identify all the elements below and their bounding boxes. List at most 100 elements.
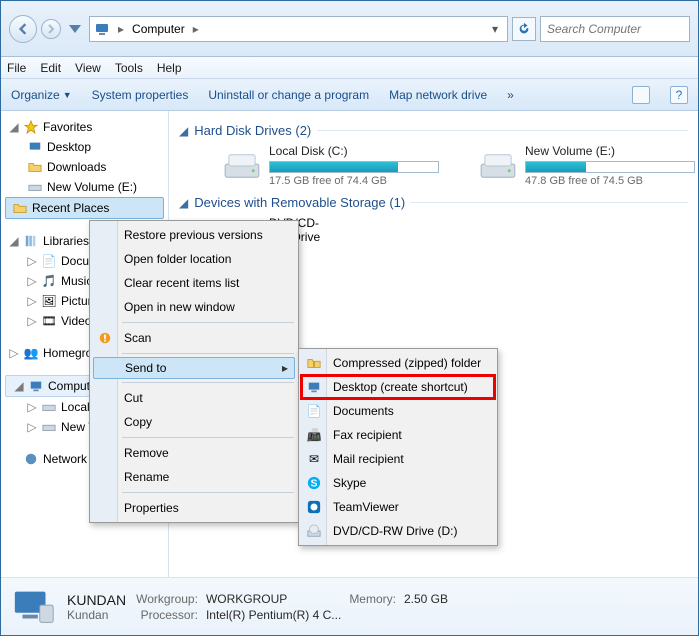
context-menu: Restore previous versions Open folder lo… bbox=[89, 220, 299, 523]
details-pane: KUNDAN Kundan Workgroup: WORKGROUP Memor… bbox=[1, 577, 698, 635]
desktop-icon bbox=[27, 139, 43, 155]
workgroup-value: WORKGROUP bbox=[206, 592, 341, 606]
music-icon: 🎵 bbox=[41, 273, 57, 289]
nav-forward-button[interactable] bbox=[41, 19, 61, 39]
documents-icon: 📄 bbox=[306, 403, 322, 419]
skype-icon: S bbox=[306, 475, 322, 491]
breadcrumb-arrow: ▸ bbox=[189, 22, 203, 36]
star-icon bbox=[23, 119, 39, 135]
workgroup-label: Workgroup: bbox=[136, 592, 198, 606]
documents-icon: 📄 bbox=[41, 253, 57, 269]
separator bbox=[317, 130, 688, 131]
breadcrumb-computer[interactable]: Computer bbox=[132, 22, 185, 36]
ctx-restore-previous-versions[interactable]: Restore previous versions bbox=[92, 223, 296, 247]
menu-bar: File Edit View Tools Help bbox=[1, 57, 698, 79]
address-dropdown[interactable]: ▾ bbox=[487, 21, 503, 37]
command-bar: Organize ▼ System properties Uninstall o… bbox=[1, 79, 698, 111]
folder-icon bbox=[27, 159, 43, 175]
separator bbox=[122, 382, 294, 383]
processor-label: Processor: bbox=[136, 608, 198, 622]
mail-icon: ✉ bbox=[306, 451, 322, 467]
drive-new-volume-e[interactable]: New Volume (E:) 47.8 GB free of 74.5 GB bbox=[479, 144, 695, 187]
removable-section-header[interactable]: ◢ Devices with Removable Storage (1) bbox=[179, 195, 688, 210]
menu-tools[interactable]: Tools bbox=[115, 61, 143, 75]
computer-icon bbox=[28, 378, 44, 394]
separator bbox=[122, 437, 294, 438]
fax-icon: 📠 bbox=[306, 427, 322, 443]
separator bbox=[122, 322, 294, 323]
submenu-arrow-icon: ▸ bbox=[282, 361, 288, 375]
tree-desktop[interactable]: Desktop bbox=[1, 137, 168, 157]
svg-text:S: S bbox=[310, 478, 317, 490]
hdd-section-header[interactable]: ◢ Hard Disk Drives (2) bbox=[179, 123, 688, 138]
computer-subline: Kundan bbox=[67, 608, 126, 622]
optical-drive-icon bbox=[306, 523, 322, 539]
view-mode-button[interactable] bbox=[632, 86, 650, 104]
drive-local-disk-c[interactable]: Local Disk (C:) 17.5 GB free of 74.4 GB bbox=[223, 144, 439, 187]
ctx-scan[interactable]: Scan bbox=[92, 326, 296, 350]
sendto-documents[interactable]: 📄Documents bbox=[301, 399, 495, 423]
tree-recent-places[interactable]: Recent Places bbox=[5, 197, 164, 219]
ctx-send-to[interactable]: Send to▸ bbox=[93, 357, 295, 379]
drive-icon bbox=[41, 419, 57, 435]
drive-icon bbox=[27, 179, 43, 195]
processor-value: Intel(R) Pentium(R) 4 C... bbox=[206, 608, 341, 622]
organize-button[interactable]: Organize ▼ bbox=[11, 88, 72, 102]
computer-icon bbox=[94, 21, 110, 37]
scan-icon bbox=[97, 330, 113, 346]
help-button[interactable]: ? bbox=[670, 86, 688, 104]
sendto-compressed[interactable]: Compressed (zipped) folder bbox=[301, 351, 495, 375]
map-drive-button[interactable]: Map network drive bbox=[389, 88, 487, 102]
tree-label: Favorites bbox=[43, 120, 92, 134]
sendto-desktop-shortcut[interactable]: Desktop (create shortcut) bbox=[301, 375, 495, 399]
ctx-rename[interactable]: Rename bbox=[92, 465, 296, 489]
menu-file[interactable]: File bbox=[7, 61, 26, 75]
sendto-mail[interactable]: ✉Mail recipient bbox=[301, 447, 495, 471]
ctx-remove[interactable]: Remove bbox=[92, 441, 296, 465]
menu-help[interactable]: Help bbox=[157, 61, 182, 75]
ctx-clear-recent-items[interactable]: Clear recent items list bbox=[92, 271, 296, 295]
drive-icon bbox=[41, 399, 57, 415]
computer-name: KUNDAN bbox=[67, 592, 126, 608]
tree-downloads[interactable]: Downloads bbox=[1, 157, 168, 177]
recent-icon bbox=[12, 200, 28, 216]
separator bbox=[122, 353, 294, 354]
memory-label: Memory: bbox=[349, 592, 396, 606]
drive-icon bbox=[479, 151, 517, 181]
address-bar[interactable]: ▸ Computer ▸ ▾ bbox=[89, 16, 508, 42]
breadcrumb-arrow: ▸ bbox=[114, 22, 128, 36]
separator bbox=[411, 202, 688, 203]
sendto-submenu: Compressed (zipped) folder Desktop (crea… bbox=[298, 348, 498, 546]
toolbar-overflow[interactable]: » bbox=[507, 88, 514, 102]
sendto-dvd-drive[interactable]: DVD/CD-RW Drive (D:) bbox=[301, 519, 495, 543]
computer-icon bbox=[11, 587, 57, 627]
ctx-properties[interactable]: Properties bbox=[92, 496, 296, 520]
drive-icon bbox=[223, 151, 261, 181]
tree-new-volume[interactable]: New Volume (E:) bbox=[1, 177, 168, 197]
refresh-button[interactable] bbox=[512, 17, 536, 41]
nav-history-dropdown[interactable] bbox=[65, 19, 85, 39]
ctx-open-folder-location[interactable]: Open folder location bbox=[92, 247, 296, 271]
videos-icon: 🎞 bbox=[41, 313, 57, 329]
collapse-icon: ◢ bbox=[179, 124, 188, 138]
menu-view[interactable]: View bbox=[75, 61, 101, 75]
system-properties-button[interactable]: System properties bbox=[92, 88, 189, 102]
ctx-cut[interactable]: Cut bbox=[92, 386, 296, 410]
sendto-skype[interactable]: SSkype bbox=[301, 471, 495, 495]
ctx-copy[interactable]: Copy bbox=[92, 410, 296, 434]
search-box[interactable] bbox=[540, 16, 690, 42]
zip-icon bbox=[306, 355, 322, 371]
nav-back-button[interactable] bbox=[9, 15, 37, 43]
desktop-icon bbox=[306, 379, 322, 395]
menu-edit[interactable]: Edit bbox=[40, 61, 61, 75]
ctx-open-new-window[interactable]: Open in new window bbox=[92, 295, 296, 319]
uninstall-button[interactable]: Uninstall or change a program bbox=[208, 88, 369, 102]
titlebar: ▸ Computer ▸ ▾ bbox=[1, 1, 698, 57]
libraries-icon bbox=[23, 233, 39, 249]
sendto-fax[interactable]: 📠Fax recipient bbox=[301, 423, 495, 447]
tree-favorites[interactable]: ◢ Favorites bbox=[1, 117, 168, 137]
network-icon bbox=[23, 451, 39, 467]
sendto-teamviewer[interactable]: TeamViewer bbox=[301, 495, 495, 519]
pictures-icon: 🖼 bbox=[41, 293, 57, 309]
search-input[interactable] bbox=[547, 22, 683, 36]
